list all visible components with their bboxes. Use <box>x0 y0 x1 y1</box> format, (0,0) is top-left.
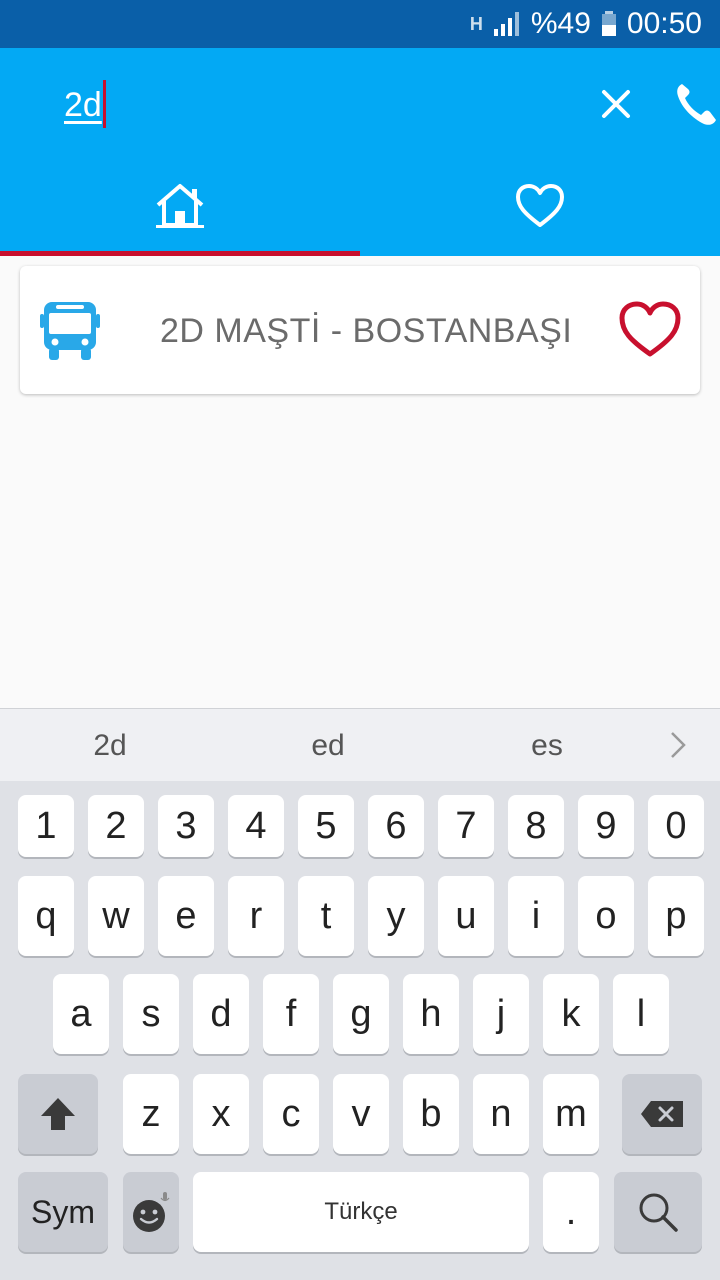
search-icon <box>639 1193 678 1232</box>
suggestion-item[interactable]: 2d <box>50 709 170 781</box>
key[interactable]: i <box>508 876 564 956</box>
key[interactable]: 3 <box>158 795 214 857</box>
phone-icon <box>677 84 716 125</box>
key[interactable]: r <box>228 876 284 956</box>
bus-icon <box>40 302 100 360</box>
key[interactable]: x <box>193 1074 249 1154</box>
key[interactable]: j <box>473 974 529 1054</box>
key[interactable]: q <box>18 876 74 956</box>
home-icon <box>156 184 204 228</box>
network-type: H <box>469 13 483 34</box>
more-suggestions-button[interactable] <box>660 723 696 767</box>
keyboard: 2d ed es 1 2 3 4 5 6 7 8 9 0 q w e r t y… <box>0 708 720 1280</box>
backspace-icon <box>641 1101 683 1127</box>
period-key[interactable]: . <box>543 1172 599 1252</box>
key[interactable]: e <box>158 876 214 956</box>
search-input[interactable]: 2d <box>64 86 102 125</box>
key[interactable]: 1 <box>18 795 74 857</box>
key[interactable]: 7 <box>438 795 494 857</box>
key[interactable]: o <box>578 876 634 956</box>
suggestion-item[interactable]: ed <box>268 709 388 781</box>
key[interactable]: w <box>88 876 144 956</box>
clock: 00:50 <box>626 7 702 40</box>
active-tab-indicator <box>0 251 360 256</box>
key[interactable]: 5 <box>298 795 354 857</box>
key[interactable]: k <box>543 974 599 1054</box>
battery-percent: %49 <box>530 7 591 40</box>
key[interactable]: 0 <box>648 795 704 857</box>
key[interactable]: v <box>333 1074 389 1154</box>
key[interactable]: c <box>263 1074 319 1154</box>
key[interactable]: u <box>438 876 494 956</box>
route-name: 2D MAŞTİ - BOSTANBAŞI <box>160 312 573 350</box>
sym-key[interactable]: Sym <box>18 1172 108 1252</box>
heart-outline-icon <box>619 301 681 357</box>
key[interactable]: t <box>298 876 354 956</box>
heart-outline-icon <box>516 184 564 227</box>
key[interactable]: 4 <box>228 795 284 857</box>
key[interactable]: y <box>368 876 424 956</box>
key[interactable]: p <box>648 876 704 956</box>
backspace-key[interactable] <box>622 1074 702 1154</box>
key[interactable]: 8 <box>508 795 564 857</box>
key[interactable]: a <box>53 974 109 1054</box>
route-card[interactable]: 2D MAŞTİ - BOSTANBAŞI <box>20 266 700 394</box>
signal-icon <box>493 12 519 36</box>
key[interactable]: b <box>403 1074 459 1154</box>
key[interactable]: 9 <box>578 795 634 857</box>
key[interactable]: f <box>263 974 319 1054</box>
emoji-mic-key[interactable] <box>123 1172 179 1252</box>
clear-search-button[interactable] <box>592 80 640 128</box>
search-key[interactable] <box>614 1172 702 1252</box>
smiley-icon <box>133 1192 170 1232</box>
key[interactable]: z <box>123 1074 179 1154</box>
key[interactable]: 2 <box>88 795 144 857</box>
app-bar: 2d <box>0 48 720 256</box>
call-button[interactable] <box>672 78 720 130</box>
tab-favorites[interactable] <box>360 160 720 252</box>
suggestion-item[interactable]: es <box>487 709 607 781</box>
text-cursor <box>103 80 106 128</box>
key[interactable]: m <box>543 1074 599 1154</box>
key[interactable]: d <box>193 974 249 1054</box>
shift-arrow-icon <box>41 1098 75 1130</box>
key[interactable]: l <box>613 974 669 1054</box>
status-icons: H %49 00:50 <box>470 0 702 48</box>
status-bar: H %49 00:50 <box>0 0 720 48</box>
shift-key[interactable] <box>18 1074 98 1154</box>
key[interactable]: s <box>123 974 179 1054</box>
key[interactable]: 6 <box>368 795 424 857</box>
key[interactable]: n <box>473 1074 529 1154</box>
favorite-button[interactable] <box>618 300 682 360</box>
suggestion-bar: 2d ed es <box>0 708 720 781</box>
key[interactable]: h <box>403 974 459 1054</box>
chevron-right-icon <box>671 732 686 758</box>
close-icon <box>602 90 630 118</box>
key[interactable]: g <box>333 974 389 1054</box>
space-key[interactable]: Türkçe <box>193 1172 529 1252</box>
battery-icon <box>601 11 616 36</box>
tab-home[interactable] <box>0 160 360 252</box>
